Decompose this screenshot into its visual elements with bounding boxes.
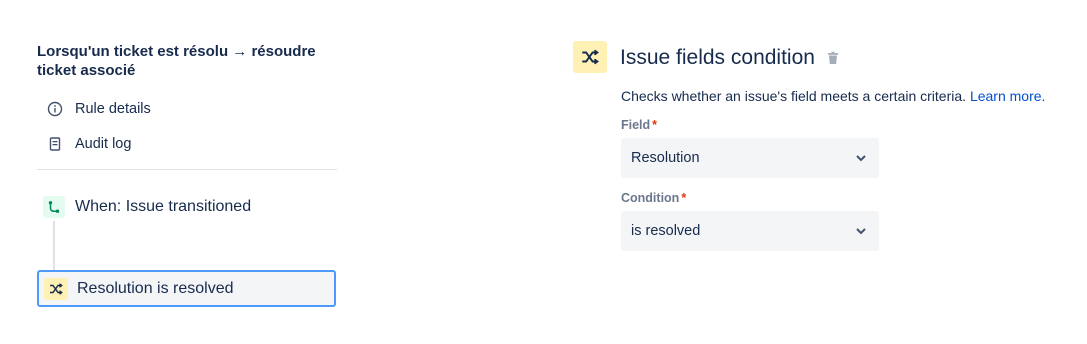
learn-more-link[interactable]: Learn more. (970, 88, 1045, 104)
condition-editor: Issue fields condition Checks whether an… (573, 0, 1073, 344)
required-mark: * (652, 118, 658, 132)
field-select-value: Resolution (631, 150, 700, 166)
chevron-down-icon (855, 152, 867, 164)
field-select[interactable]: Resolution (621, 138, 879, 178)
condition-item[interactable]: Resolution is resolved (37, 270, 336, 307)
condition-select-value: is resolved (631, 223, 701, 239)
nav-item-label: Rule details (75, 101, 151, 117)
field-label-text: Field (621, 118, 651, 132)
trigger-item[interactable]: When: Issue transitioned (37, 193, 251, 221)
condition-select[interactable]: is resolved (621, 211, 879, 251)
condition-label-text: Condition (621, 191, 680, 205)
nav-item-label: Audit log (75, 136, 132, 152)
divider (37, 169, 337, 170)
description-text: Checks whether an issue's field meets a … (621, 88, 967, 104)
chevron-down-icon (855, 225, 867, 237)
required-mark: * (681, 191, 687, 205)
condition-label: Resolution is resolved (77, 279, 234, 297)
page-title: Issue fields condition (620, 46, 815, 69)
shuffle-icon (573, 41, 607, 73)
trash-icon[interactable] (826, 51, 840, 65)
condition-label: Condition * (621, 191, 686, 205)
field-label: Field * (621, 118, 657, 132)
transition-icon (43, 196, 65, 218)
shuffle-icon (44, 277, 68, 300)
trigger-label: When: Issue transitioned (75, 198, 252, 215)
rule-sidebar: Lorsqu'un ticket est résolu → résoudre t… (37, 0, 337, 344)
nav-item-audit-log[interactable]: Audit log (37, 132, 131, 156)
info-icon (45, 99, 65, 119)
description: Checks whether an issue's field meets a … (621, 88, 1045, 104)
rule-title: Lorsqu'un ticket est résolu → résoudre t… (37, 43, 316, 79)
nav-item-rule-details[interactable]: Rule details (37, 97, 151, 121)
document-icon (45, 134, 65, 154)
